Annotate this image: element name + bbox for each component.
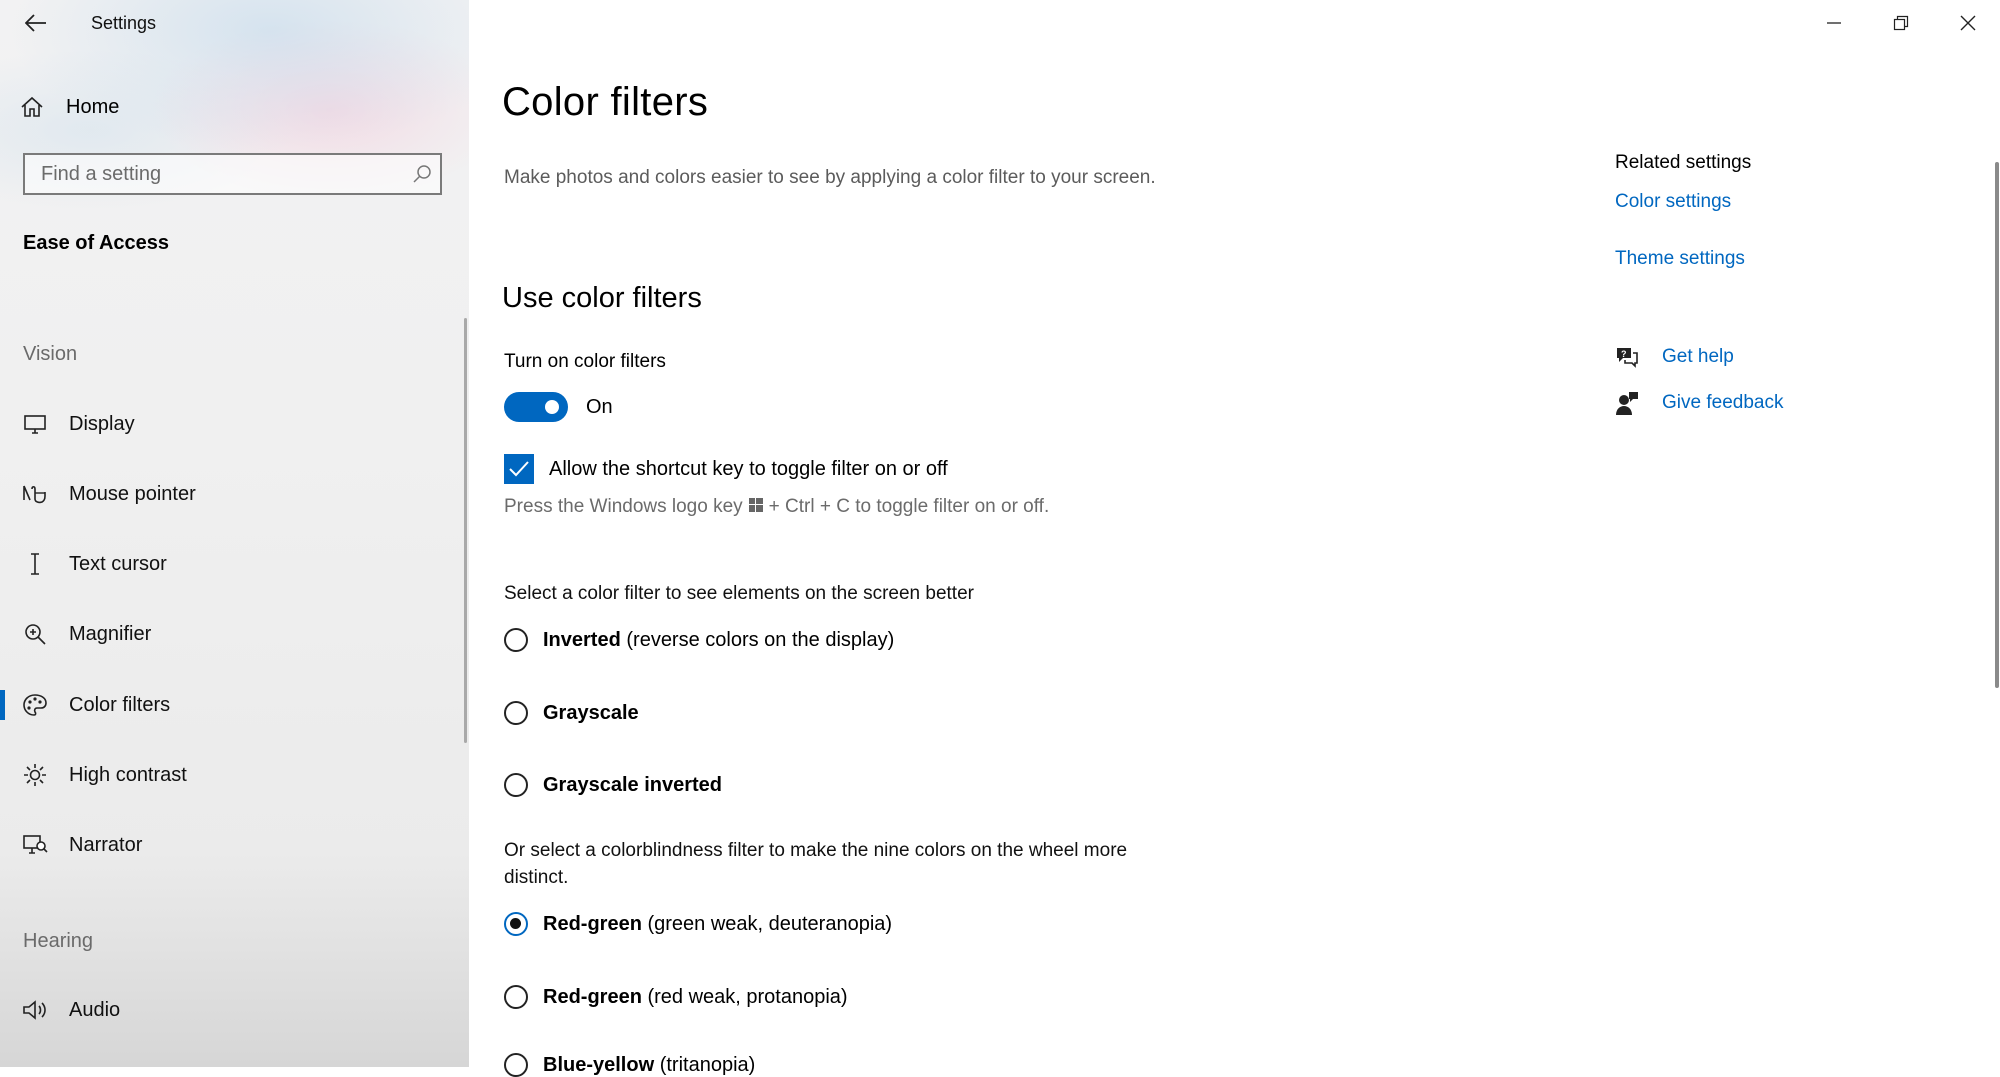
search-box[interactable] [23,153,442,195]
radio-label-bold: Red-green [543,985,642,1008]
radio-label-bold: Blue-yellow [543,1053,655,1076]
display-icon [22,411,48,437]
radio-inverted[interactable]: Inverted (reverse colors on the display) [504,628,894,652]
radio-button[interactable] [504,628,528,652]
get-help-icon: ? [1614,344,1640,370]
sidebar-item-audio[interactable]: Audio [0,985,462,1035]
shortcut-hint: Press the Windows logo key + Ctrl + C to… [504,496,1049,518]
toggle-knob [545,400,559,414]
sidebar-item-display[interactable]: Display [0,399,462,449]
section-heading-use-color-filters: Use color filters [502,282,702,314]
checkbox-label: Allow the shortcut key to toggle filter … [549,457,948,480]
radio-grayscale-inverted[interactable]: Grayscale inverted [504,773,722,797]
sidebar-item-label: Audio [69,998,121,1021]
main-scrollbar[interactable] [1995,162,1999,688]
home-icon [21,96,43,117]
sidebar-item-mouse-pointer[interactable]: Mouse pointer [0,469,462,519]
hint-text-before: Press the Windows logo key [504,496,743,517]
radio-label-bold: Inverted [543,628,621,651]
speaker-icon [22,997,48,1023]
sidebar-home[interactable]: Home [20,90,119,124]
shortcut-key-checkbox-row[interactable]: Allow the shortcut key to toggle filter … [504,454,948,484]
sidebar-item-color-filters[interactable]: Color filters [0,680,462,730]
sidebar-scrollbar[interactable] [464,318,467,743]
home-label: Home [66,95,120,118]
radio-button[interactable] [504,701,528,725]
sidebar-item-label: High contrast [69,763,187,786]
page-title: Color filters [502,80,709,124]
radio-deuteranopia[interactable]: Red-green (green weak, deuteranopia) [504,912,892,936]
restore-icon [1893,15,1909,31]
radio-button[interactable] [504,773,528,797]
radio-protanopia[interactable]: Red-green (red weak, protanopia) [504,985,848,1009]
radio-tritanopia[interactable]: Blue-yellow (tritanopia) [504,1053,755,1077]
give-feedback-label: Give feedback [1662,392,1784,413]
give-feedback-icon [1614,390,1640,416]
radio-label-bold: Grayscale inverted [543,773,722,796]
sidebar-item-narrator[interactable]: Narrator [0,820,462,870]
group-label-hearing: Hearing [23,930,94,952]
mouse-pointer-icon [22,481,48,507]
search-icon[interactable] [404,164,440,184]
svg-text:?: ? [1621,349,1627,359]
hint-text-after: + Ctrl + C to toggle filter on or off. [768,496,1050,517]
minimize-button[interactable] [1801,0,1867,46]
palette-icon [22,692,48,718]
sidebar-item-label: Display [69,412,135,435]
sidebar-item-label: Mouse pointer [69,482,196,505]
radio-label-detail: (green weak, deuteranopia) [641,912,893,935]
back-arrow-icon [25,14,46,32]
close-button[interactable] [1935,0,2000,46]
sidebar: Settings Home Ease of Access Vision Disp… [0,0,469,1067]
back-button[interactable] [18,6,54,40]
close-icon [1960,15,1976,31]
sidebar-item-label: Magnifier [69,622,152,645]
sidebar-item-label: Text cursor [69,552,167,575]
group-label-vision: Vision [23,343,78,365]
sidebar-item-text-cursor[interactable]: Text cursor [0,539,462,589]
narrator-icon [22,832,48,858]
text-cursor-icon [22,551,48,577]
search-input[interactable] [25,161,404,187]
magnifier-icon [22,621,48,647]
minimize-icon [1827,22,1841,24]
get-help-label: Get help [1662,346,1734,367]
app-title: Settings [91,13,157,33]
get-help-link[interactable]: ? Get help [1614,344,1734,370]
page-description: Make photos and colors easier to see by … [504,167,1156,188]
sidebar-item-magnifier[interactable]: Magnifier [0,609,462,659]
sidebar-item-label: Color filters [69,693,171,716]
related-settings-header: Related settings [1615,152,1752,173]
theme-settings-link[interactable]: Theme settings [1615,248,1745,270]
radio-button[interactable] [504,1053,528,1077]
sun-icon [22,762,48,788]
windows-logo-icon [748,496,763,518]
selection-indicator [0,690,5,720]
radio-label-bold: Grayscale [543,701,639,724]
color-filters-toggle[interactable] [504,392,568,422]
radio-button-selected[interactable] [504,912,528,936]
give-feedback-link[interactable]: Give feedback [1614,390,1783,416]
colorblind-group-header: Or select a colorblindness filter to mak… [504,840,1128,888]
section-title: Ease of Access [23,232,170,254]
radio-label-detail: (reverse colors on the display) [620,628,895,651]
radio-grayscale[interactable]: Grayscale [504,701,639,725]
sidebar-item-label: Narrator [69,833,143,856]
filter-group-header: Select a color filter to see elements on… [504,583,974,604]
checkmark-icon [509,461,529,477]
color-settings-link[interactable]: Color settings [1615,191,1731,213]
toggle-state-label: On [586,396,613,418]
sidebar-item-high-contrast[interactable]: High contrast [0,750,462,800]
radio-label-bold: Red-green [543,912,642,935]
radio-label-detail: (red weak, protanopia) [641,985,848,1008]
toggle-label: Turn on color filters [504,351,666,372]
restore-button[interactable] [1868,0,1934,46]
shortcut-key-checkbox[interactable] [504,454,534,484]
radio-button[interactable] [504,985,528,1009]
radio-label-detail: (tritanopia) [654,1053,756,1076]
